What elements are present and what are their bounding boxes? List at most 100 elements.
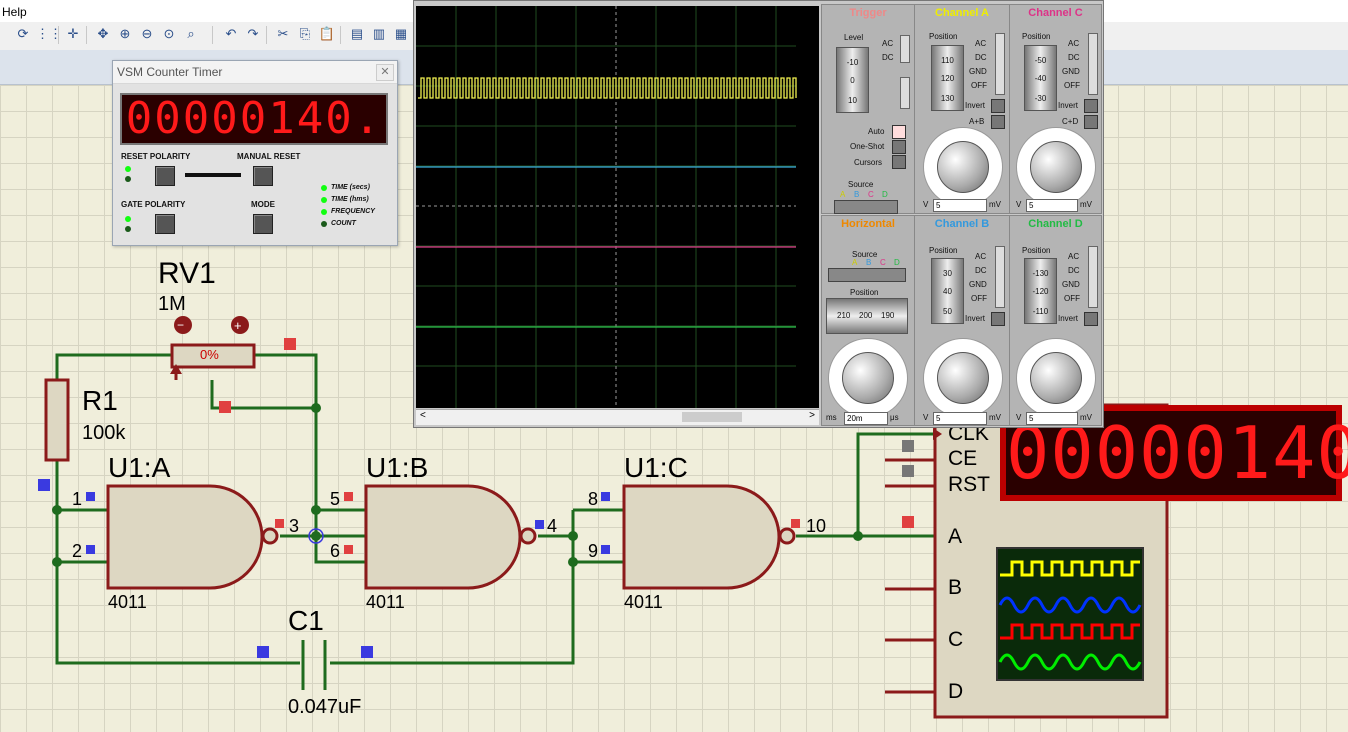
ch-a-sum-label: A+B <box>969 117 985 126</box>
pin-2: 2 <box>72 541 83 561</box>
led-icon <box>321 209 327 215</box>
led-icon <box>125 216 131 222</box>
channel-a-sum-button[interactable] <box>991 115 1005 129</box>
u1a-label: U1:A <box>108 452 171 483</box>
manual-reset-button[interactable] <box>253 166 273 186</box>
u1b-label: U1:B <box>366 452 429 483</box>
pan-icon[interactable]: ✥ <box>94 25 112 43</box>
mode-button[interactable] <box>253 214 273 234</box>
rv1-label: RV1 <box>158 257 216 290</box>
led-icon <box>321 221 327 227</box>
paste-icon[interactable]: 📋 <box>318 25 336 43</box>
channel-b-coupling-switch[interactable] <box>995 246 1005 308</box>
channel-a-volts-knob[interactable] <box>937 141 989 193</box>
trigger-title: Trigger <box>849 7 887 19</box>
trigger-auto-label: Auto <box>868 127 885 136</box>
horizontal-panel: Horizontal Source A B C D Position 210 2… <box>821 215 915 426</box>
pin-10: 10 <box>806 516 827 536</box>
ch-b-off: OFF <box>971 294 987 303</box>
redo-icon[interactable]: ↷ <box>244 25 262 43</box>
ch-d-off: OFF <box>1064 294 1080 303</box>
trigger-one-shot-label: One-Shot <box>850 142 885 151</box>
ch-b-dc: DC <box>975 266 987 275</box>
scroll-right-icon[interactable]: > <box>809 410 815 421</box>
svg-text:+: + <box>234 318 242 333</box>
copy-icon[interactable]: ⎘ <box>296 25 314 43</box>
r1-label: R1 <box>82 385 118 416</box>
pin-5: 5 <box>330 489 341 509</box>
cut-icon[interactable]: ✂ <box>274 25 292 43</box>
timebase-field[interactable]: 20m <box>844 412 888 425</box>
trigger-source-slider[interactable] <box>834 200 898 214</box>
channel-a-coupling-switch[interactable] <box>995 33 1005 95</box>
h-us: μs <box>890 413 899 422</box>
gate-polarity-button[interactable] <box>155 214 175 234</box>
zoom-all-icon[interactable]: ⊙ <box>160 25 178 43</box>
close-icon[interactable]: ✕ <box>376 64 394 81</box>
horizontal-source-slider[interactable] <box>828 268 906 282</box>
trigger-edge-switch[interactable] <box>900 77 910 109</box>
menu-help[interactable]: Help <box>2 5 27 19</box>
refresh-icon[interactable]: ⟳ <box>14 25 32 43</box>
block-rotate-icon[interactable]: ▦ <box>392 25 410 43</box>
zoom-in-icon[interactable]: ⊕ <box>116 25 134 43</box>
counter-timer-window[interactable]: VSM Counter Timer ✕ 00000140. RESET POLA… <box>112 60 398 246</box>
ch-d-unit: mV <box>1080 413 1092 422</box>
channel-d-position-dial[interactable]: -130 -120 -110 <box>1024 258 1057 324</box>
trigger-auto-button[interactable] <box>892 125 906 139</box>
ch-b-invert-label: Invert <box>965 314 986 323</box>
channel-c-volts-field[interactable]: 5 <box>1026 199 1078 212</box>
block-copy-icon[interactable]: ▤ <box>348 25 366 43</box>
channel-c-coupling-switch[interactable] <box>1088 33 1098 95</box>
h-ms: ms <box>826 413 837 422</box>
channel-b-volts-field[interactable]: 5 <box>933 412 987 425</box>
channel-c-sum-button[interactable] <box>1084 115 1098 129</box>
reset-polarity-button[interactable] <box>155 166 175 186</box>
channel-c-invert-button[interactable] <box>1084 99 1098 113</box>
channel-a-position-dial[interactable]: 110 120 130 <box>931 45 964 111</box>
grid-icon[interactable]: ⋮⋮ <box>36 25 62 43</box>
ch-c-dc: DC <box>1068 53 1080 62</box>
mode-label: MODE <box>251 200 275 209</box>
timebase-knob[interactable] <box>842 352 894 404</box>
scope-horizontal-scrollbar[interactable]: < > <box>416 409 819 425</box>
channel-d-invert-button[interactable] <box>1084 312 1098 326</box>
undo-icon[interactable]: ↶ <box>222 25 240 43</box>
channel-a-invert-button[interactable] <box>991 99 1005 113</box>
ch-b-unit: mV <box>989 413 1001 422</box>
trigger-cursors-button[interactable] <box>892 155 906 169</box>
zoom-area-icon[interactable]: ⌕ <box>182 25 200 43</box>
trigger-coupling-switch[interactable] <box>900 35 910 63</box>
channel-b-position-dial[interactable]: 30 40 50 <box>931 258 964 324</box>
counter-display: 00000140. <box>120 93 388 145</box>
channel-c-position-dial[interactable]: -50 -40 -30 <box>1024 45 1057 111</box>
trigger-level-dial[interactable]: -10 0 10 <box>836 47 869 113</box>
oscilloscope-window[interactable]: < > Trigger Level -10 0 10 AC DC Auto On… <box>413 0 1104 428</box>
scroll-thumb[interactable] <box>682 412 742 422</box>
block-move-icon[interactable]: ▥ <box>370 25 388 43</box>
zoom-out-icon[interactable]: ⊖ <box>138 25 156 43</box>
channel-c-volts-knob[interactable] <box>1030 141 1082 193</box>
ch-c-sum-label: C+D <box>1062 117 1079 126</box>
counter-timer-titlebar[interactable]: VSM Counter Timer ✕ <box>113 61 397 84</box>
origin-icon[interactable]: ✛ <box>64 25 82 43</box>
channel-b-invert-button[interactable] <box>991 312 1005 326</box>
ch-a-gnd: GND <box>969 67 987 76</box>
channel-d-volts-field[interactable]: 5 <box>1026 412 1078 425</box>
trigger-one-shot-button[interactable] <box>892 140 906 154</box>
horizontal-position-dial[interactable]: 210 200 190 <box>826 298 908 334</box>
ch-c-off: OFF <box>1064 81 1080 90</box>
ch-c-unit: mV <box>1080 200 1092 209</box>
channel-d-coupling-switch[interactable] <box>1088 246 1098 308</box>
channel-d-volts-knob[interactable] <box>1030 352 1082 404</box>
trigger-dc-label: DC <box>882 53 894 62</box>
ch-b-gnd: GND <box>969 280 987 289</box>
channel-a-volts-field[interactable]: 5 <box>933 199 987 212</box>
u1c-label: U1:C <box>624 452 688 483</box>
gate-polarity-label: GATE POLARITY <box>121 200 186 209</box>
channel-b-volts-knob[interactable] <box>937 352 989 404</box>
scroll-left-icon[interactable]: < <box>420 410 426 421</box>
ch-b-v: V <box>923 413 929 422</box>
ch-d-ac: AC <box>1068 252 1080 261</box>
channel-c-position-label: Position <box>1022 32 1051 41</box>
